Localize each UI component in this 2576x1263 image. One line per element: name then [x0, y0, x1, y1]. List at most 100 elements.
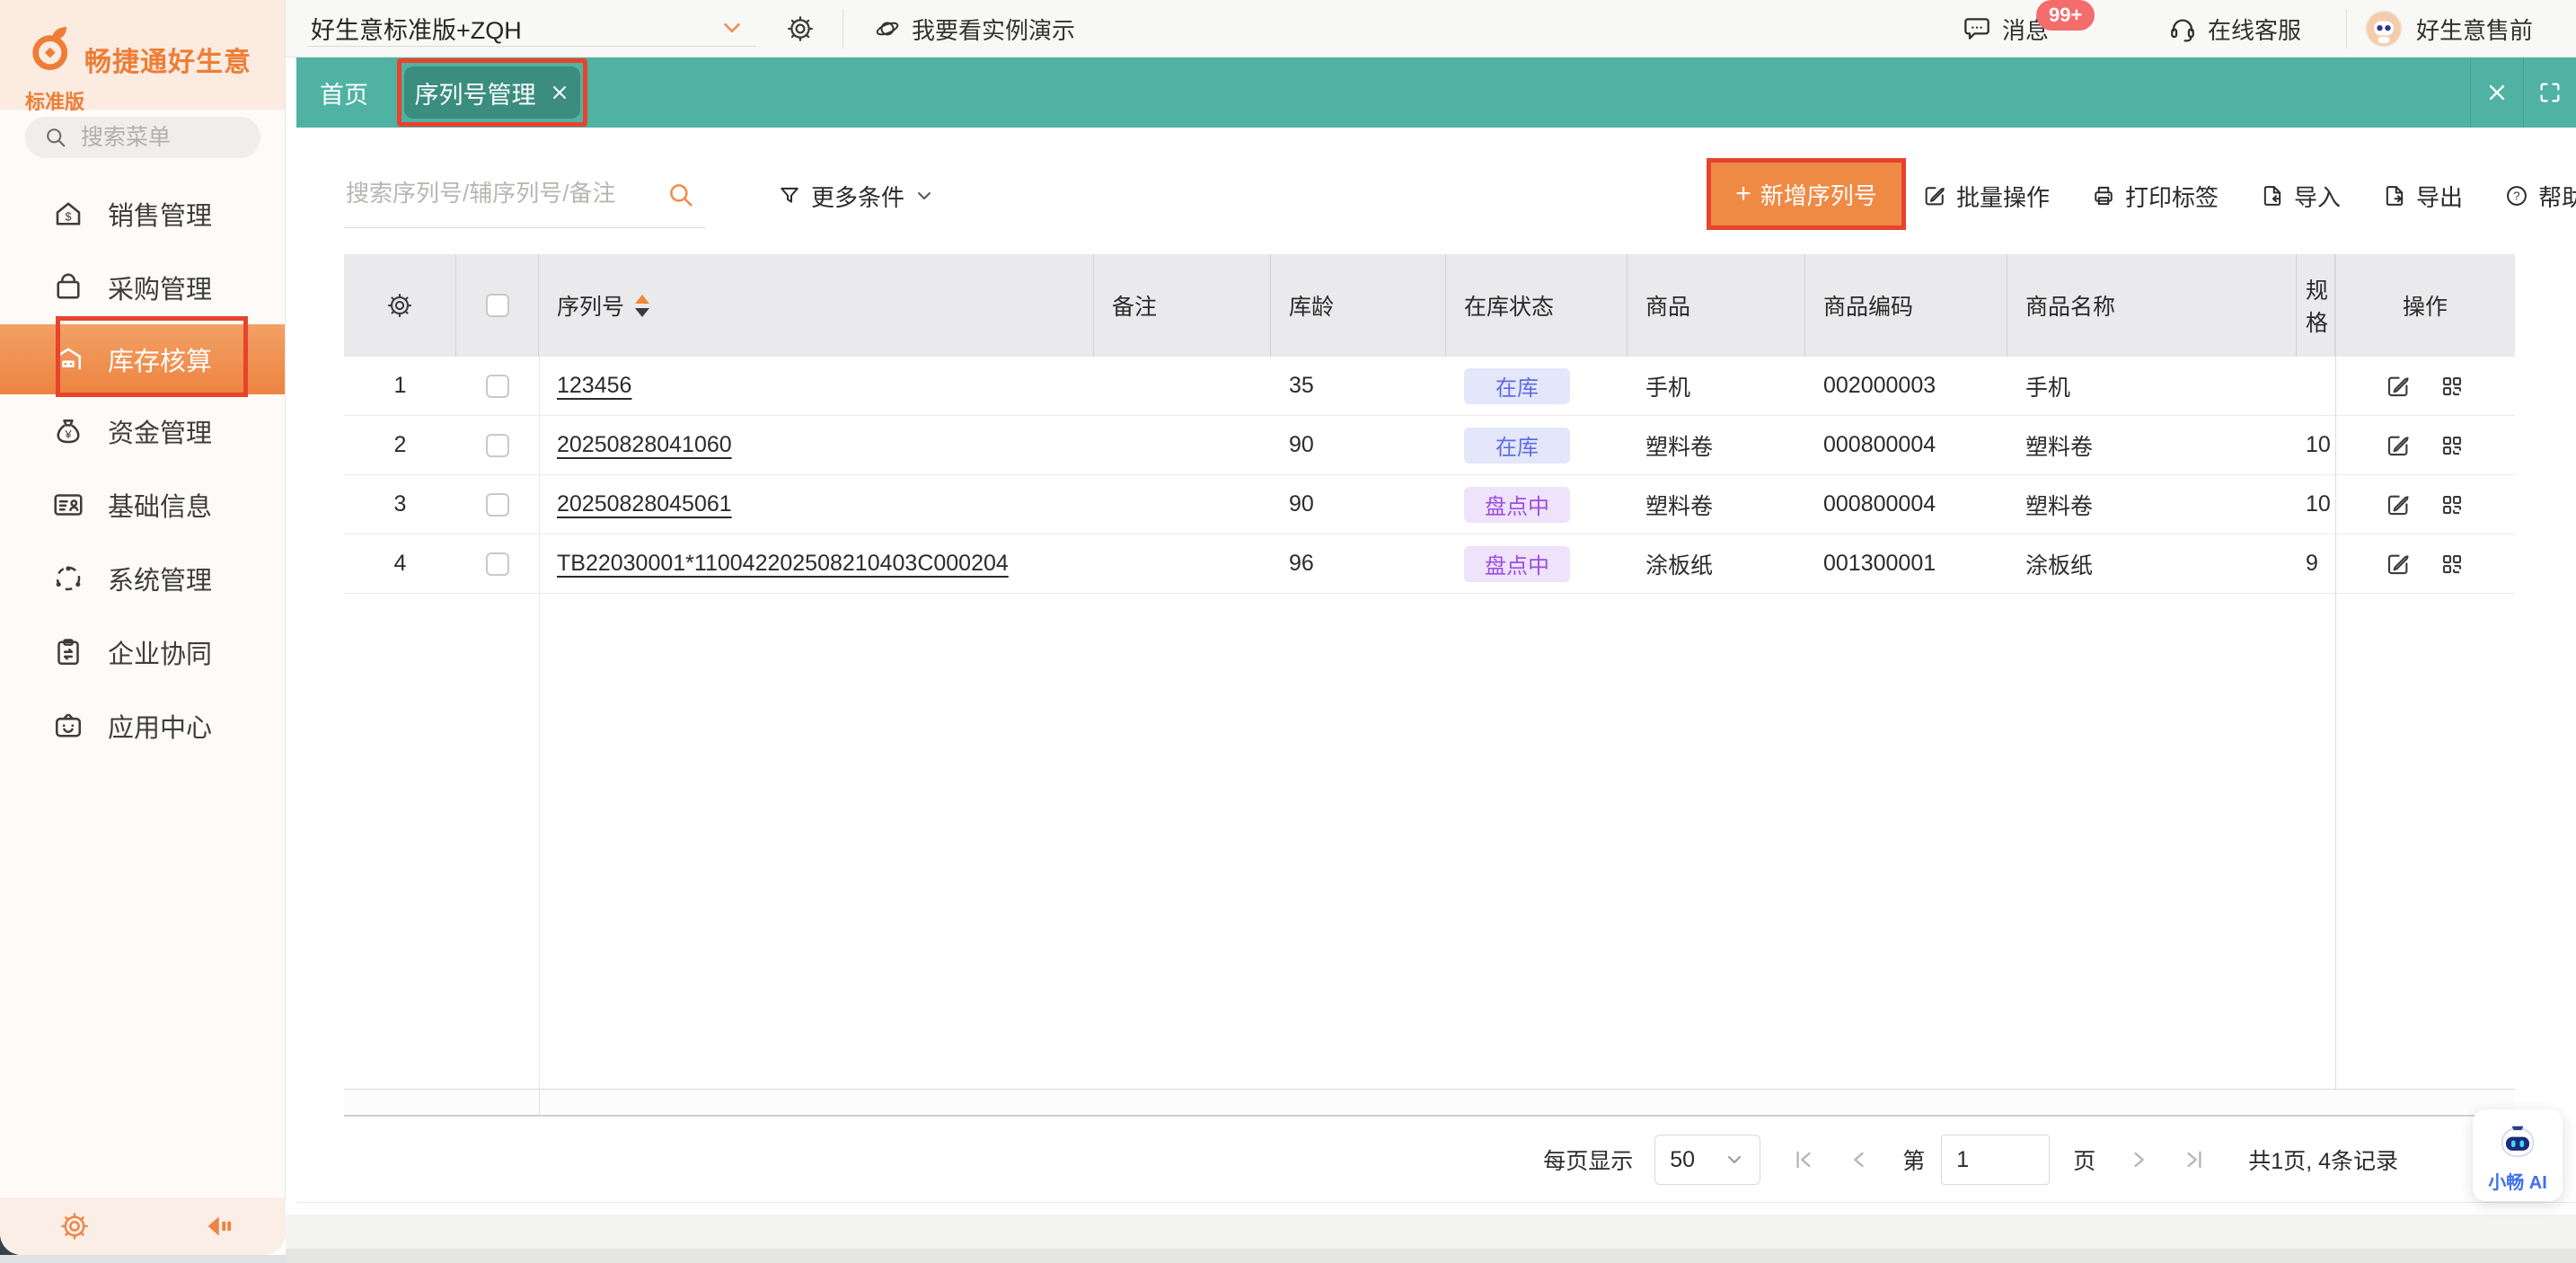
bottom-scroll-area: [286, 1214, 2576, 1249]
edit-row-icon[interactable]: [2385, 491, 2412, 518]
edit-row-icon[interactable]: [2385, 551, 2412, 578]
tab-close-icon[interactable]: [549, 82, 570, 103]
serial-search[interactable]: [344, 163, 705, 228]
per-page-select[interactable]: 50: [1654, 1135, 1760, 1185]
sidebar-item-app-center[interactable]: 应用中心: [0, 689, 285, 763]
serial-link[interactable]: TB22030001*110042202508210403C000204: [557, 551, 1009, 577]
serial-link[interactable]: 20250828045061: [557, 491, 732, 517]
row-checkbox[interactable]: [486, 552, 509, 576]
grid-actions-icon[interactable]: [2439, 491, 2466, 518]
tab-serial-management[interactable]: 序列号管理: [404, 66, 580, 119]
product-cell: 涂板纸: [1628, 534, 1805, 593]
next-page-icon[interactable]: [2126, 1147, 2151, 1172]
search-icon[interactable]: [666, 180, 696, 210]
last-page-icon[interactable]: [2182, 1147, 2207, 1172]
avatar[interactable]: [2366, 11, 2402, 47]
select-all-checkbox[interactable]: [486, 294, 509, 317]
prev-page-icon[interactable]: [1847, 1147, 1872, 1172]
app-tv-icon: [52, 710, 84, 742]
status-cell: 在库: [1446, 416, 1628, 474]
headset-icon: [2168, 14, 2197, 43]
grid-actions-icon[interactable]: [2439, 432, 2466, 459]
serial-link[interactable]: 20250828041060: [557, 432, 732, 458]
code-cell: 000800004: [1805, 416, 2007, 474]
table-row[interactable]: 3 20250828045061 90 盘点中 塑料卷 000800004 塑料…: [344, 475, 2515, 534]
serial-search-input[interactable]: [346, 180, 642, 208]
export-button[interactable]: 导出: [2382, 180, 2463, 213]
help-button[interactable]: 帮助: [2504, 180, 2576, 213]
status-badge: 在库: [1464, 368, 1570, 404]
import-label: 导入: [2294, 180, 2341, 213]
plus-icon: +: [1735, 181, 1751, 208]
grid-actions-icon[interactable]: [2439, 373, 2466, 400]
product-cell: 手机: [1628, 357, 1805, 415]
row-checkbox[interactable]: [486, 493, 509, 517]
status-badge: 在库: [1464, 428, 1570, 464]
header-serial[interactable]: 序列号: [539, 254, 1094, 357]
warehouse-icon: [52, 343, 84, 375]
print-labels-button[interactable]: 打印标签: [2091, 180, 2219, 213]
sidebar-item-collaboration[interactable]: 企业协同: [0, 615, 285, 689]
ai-assistant-button[interactable]: 小畅 AI: [2473, 1109, 2563, 1201]
header-note: 备注: [1094, 254, 1271, 357]
edit-row-icon[interactable]: [2385, 373, 2412, 400]
table-footer-strip[interactable]: [344, 1089, 2515, 1117]
select-all-cell: [456, 254, 539, 357]
first-page-icon[interactable]: [1791, 1147, 1816, 1172]
column-settings-cell: [344, 254, 456, 357]
settings-gear-icon[interactable]: [59, 1211, 90, 1241]
menu-search-input[interactable]: [81, 125, 234, 151]
sidebar-item-label: 基础信息: [108, 486, 212, 524]
row-checkbox[interactable]: [486, 375, 509, 398]
funnel-icon: [777, 183, 802, 208]
page-input[interactable]: [1941, 1135, 2050, 1185]
sidebar-item-inventory[interactable]: 库存核算: [0, 324, 285, 394]
sidebar-item-sales[interactable]: 销售管理: [0, 177, 285, 251]
grid-actions-icon[interactable]: [2439, 551, 2466, 578]
demo-label: 我要看实例演示: [912, 13, 1075, 46]
row-index: 2: [344, 416, 456, 474]
age-cell: 96: [1271, 534, 1446, 593]
chevron-down-icon: [913, 185, 935, 207]
divider: [842, 9, 843, 49]
fullscreen-button[interactable]: [2524, 80, 2576, 105]
table-row[interactable]: 2 20250828041060 90 在库 塑料卷 000800004 塑料卷…: [344, 416, 2515, 475]
column-settings-gear-icon[interactable]: [386, 292, 413, 319]
header-spec: 规格: [2297, 254, 2335, 357]
user-name[interactable]: 好生意售前: [2416, 0, 2533, 57]
sort-carets[interactable]: [635, 295, 649, 317]
ops-cell: [2335, 534, 2515, 593]
account-switcher[interactable]: 好生意标准版+ZQH: [307, 0, 756, 47]
age-cell: 90: [1271, 475, 1446, 534]
table-row[interactable]: 4 TB22030001*110042202508210403C000204 9…: [344, 534, 2515, 594]
messages-button[interactable]: 消息 99+: [1963, 0, 2049, 57]
table-row[interactable]: 1 123456 35 在库 手机 002000003 手机: [344, 357, 2515, 416]
sidebar-item-purchase[interactable]: 采购管理: [0, 251, 285, 324]
tab-home[interactable]: 首页: [320, 57, 368, 128]
close-all-tabs-button[interactable]: [2471, 80, 2523, 105]
gear-icon[interactable]: [786, 14, 815, 43]
collapse-sidebar-icon[interactable]: [203, 1211, 234, 1241]
status-badge: 盘点中: [1464, 487, 1570, 523]
serial-link[interactable]: 123456: [557, 373, 631, 399]
spec-cell: 10: [2297, 475, 2335, 534]
age-cell: 35: [1271, 357, 1446, 415]
code-cell: 000800004: [1805, 475, 2007, 534]
table-header-row: 序列号 备注 库龄 在库状态 商品 商品编码 商品名称 规格 操作: [344, 254, 2515, 357]
spec-cell: [2297, 357, 2335, 415]
import-button[interactable]: 导入: [2260, 180, 2341, 213]
sidebar-item-system[interactable]: 系统管理: [0, 542, 285, 615]
row-checkbox[interactable]: [486, 434, 509, 457]
batch-operations-button[interactable]: 批量操作: [1922, 180, 2050, 213]
more-filters-button[interactable]: 更多条件: [777, 163, 935, 228]
edit-row-icon[interactable]: [2385, 432, 2412, 459]
demo-link[interactable]: 我要看实例演示: [874, 0, 1075, 57]
sidebar-item-basic-info[interactable]: 基础信息: [0, 468, 285, 542]
sidebar-item-funds[interactable]: 资金管理: [0, 394, 285, 468]
online-support-button[interactable]: 在线客服: [2168, 0, 2301, 57]
add-serial-button[interactable]: + 新增序列号: [1711, 163, 1901, 225]
menu-search[interactable]: [25, 117, 260, 158]
print-label: 打印标签: [2125, 180, 2219, 213]
status-cell: 在库: [1446, 357, 1628, 415]
house-dollar-icon: [52, 198, 84, 230]
